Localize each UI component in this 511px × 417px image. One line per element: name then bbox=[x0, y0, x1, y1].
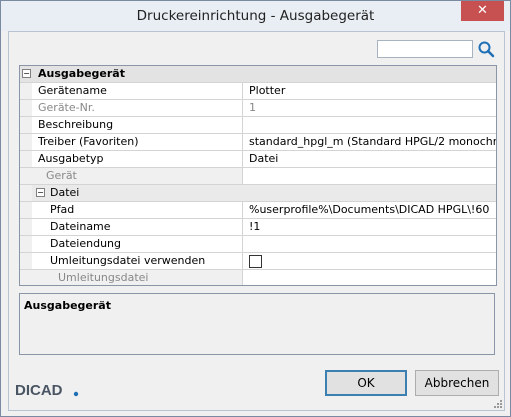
dicad-logo: DICAD bbox=[15, 382, 79, 399]
category-ausgabegeraet[interactable]: − Ausgabegerät bbox=[20, 66, 496, 83]
cancel-button[interactable]: Abbrechen bbox=[415, 370, 499, 396]
property-grid: − Ausgabegerät Gerätename Plotter Geräte… bbox=[19, 65, 497, 286]
window-title: Druckereinrichtung - Ausgabegerät bbox=[136, 8, 375, 24]
property-value[interactable]: !1 bbox=[242, 219, 496, 235]
property-key: Umleitungsdatei verwenden bbox=[50, 254, 206, 267]
search-icon[interactable] bbox=[477, 40, 495, 58]
collapse-icon[interactable]: − bbox=[36, 188, 45, 197]
property-row-geraete-nr[interactable]: Geräte-Nr. 1 bbox=[20, 100, 496, 117]
property-row-pfad[interactable]: Pfad %userprofile%\Documents\DICAD HPGL\… bbox=[20, 202, 496, 219]
property-row-geraetename[interactable]: Gerätename Plotter bbox=[20, 83, 496, 100]
property-key: Gerätename bbox=[38, 84, 107, 97]
property-row-umleitungsdatei[interactable]: Umleitungsdatei bbox=[20, 270, 496, 285]
property-value[interactable]: Plotter bbox=[242, 83, 496, 99]
property-key: Treiber (Favoriten) bbox=[38, 135, 139, 148]
dialog-window: Druckereinrichtung - Ausgabegerät ✕ − Au… bbox=[0, 0, 511, 417]
property-row-umleitungsdatei-verwenden[interactable]: Umleitungsdatei verwenden bbox=[20, 253, 496, 270]
property-row-geraet[interactable]: Gerät bbox=[20, 168, 496, 185]
search-input[interactable] bbox=[377, 40, 473, 58]
collapse-icon[interactable]: − bbox=[22, 69, 31, 78]
property-key: Pfad bbox=[50, 203, 75, 216]
property-value bbox=[242, 168, 496, 184]
property-row-treiber[interactable]: Treiber (Favoriten) standard_hpgl_m (Sta… bbox=[20, 134, 496, 151]
category-label: Ausgabegerät bbox=[38, 67, 125, 80]
property-value[interactable]: %userprofile%\Documents\DICAD HPGL\!60 bbox=[242, 202, 496, 218]
property-row-dateiname[interactable]: Dateiname !1 bbox=[20, 219, 496, 236]
property-value bbox=[242, 270, 496, 285]
property-row-dateiendung[interactable]: Dateiendung bbox=[20, 236, 496, 253]
property-key: Gerät bbox=[46, 169, 77, 182]
property-row-ausgabetyp[interactable]: Ausgabetyp Datei bbox=[20, 151, 496, 168]
property-value[interactable]: Datei bbox=[242, 151, 496, 167]
description-title: Ausgabegerät bbox=[24, 299, 111, 312]
property-value bbox=[242, 253, 496, 269]
property-value[interactable]: standard_hpgl_m (Standard HPGL/2 monochr… bbox=[242, 134, 496, 150]
close-button[interactable]: ✕ bbox=[461, 1, 504, 21]
category-datei[interactable]: − Datei bbox=[20, 185, 496, 202]
dialog-client-area: − Ausgabegerät Gerätename Plotter Geräte… bbox=[8, 31, 505, 411]
resize-grip-icon[interactable] bbox=[493, 399, 503, 409]
ok-button[interactable]: OK bbox=[325, 370, 407, 396]
description-panel: Ausgabegerät bbox=[19, 293, 495, 355]
category-label: Datei bbox=[50, 186, 80, 199]
title-bar: Druckereinrichtung - Ausgabegerät ✕ bbox=[1, 1, 510, 31]
property-key: Dateiendung bbox=[50, 237, 121, 250]
property-value: 1 bbox=[242, 100, 496, 116]
property-row-beschreibung[interactable]: Beschreibung bbox=[20, 117, 496, 134]
close-icon: ✕ bbox=[477, 3, 488, 18]
property-value[interactable] bbox=[242, 117, 496, 133]
logo-text: DICAD bbox=[15, 382, 63, 399]
property-key: Umleitungsdatei bbox=[58, 271, 149, 284]
property-key: Ausgabetyp bbox=[38, 152, 104, 165]
property-key: Geräte-Nr. bbox=[38, 101, 95, 114]
property-value[interactable] bbox=[242, 236, 496, 252]
redirect-file-checkbox[interactable] bbox=[249, 255, 262, 268]
property-key: Beschreibung bbox=[38, 118, 114, 131]
property-key: Dateiname bbox=[50, 220, 111, 233]
